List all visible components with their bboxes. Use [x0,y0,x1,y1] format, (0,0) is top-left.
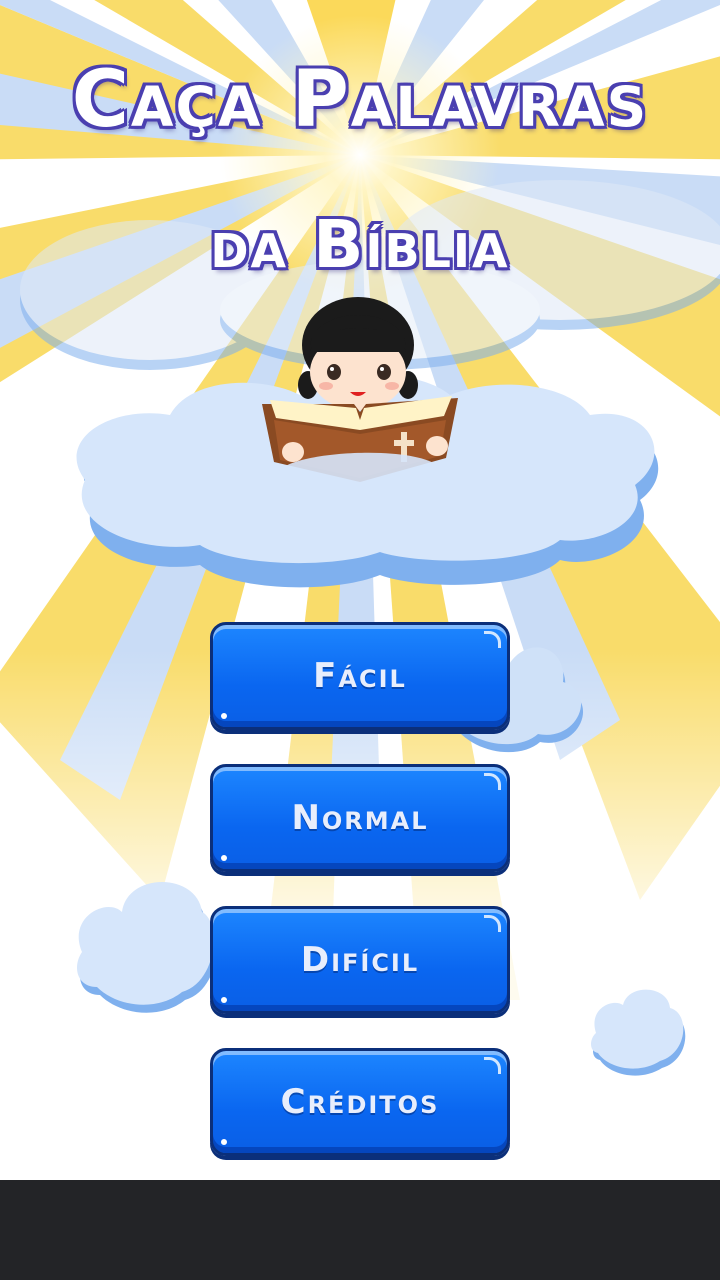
app-title-line2: da Bíblia [210,206,510,283]
button-shine-dot [221,997,227,1003]
hard-button-label: Difícil [300,940,420,980]
normal-button[interactable]: Normal [210,764,510,872]
easy-button-label: Fácil [313,656,407,696]
system-navigation-bar [0,1180,720,1280]
app-title-line1: Caça Palavras [71,55,649,145]
hard-button[interactable]: Difícil [210,906,510,1014]
easy-button[interactable]: Fácil [210,622,510,730]
normal-button-label: Normal [291,798,429,838]
credits-button[interactable]: Créditos [210,1048,510,1156]
credits-button-label: Créditos [280,1082,440,1122]
cross-icon [394,440,414,446]
button-shine-dot [221,855,227,861]
button-shine-dot [221,1139,227,1145]
button-shine-dot [221,713,227,719]
difficulty-menu: Fácil Normal Difícil Créditos [210,622,510,1190]
